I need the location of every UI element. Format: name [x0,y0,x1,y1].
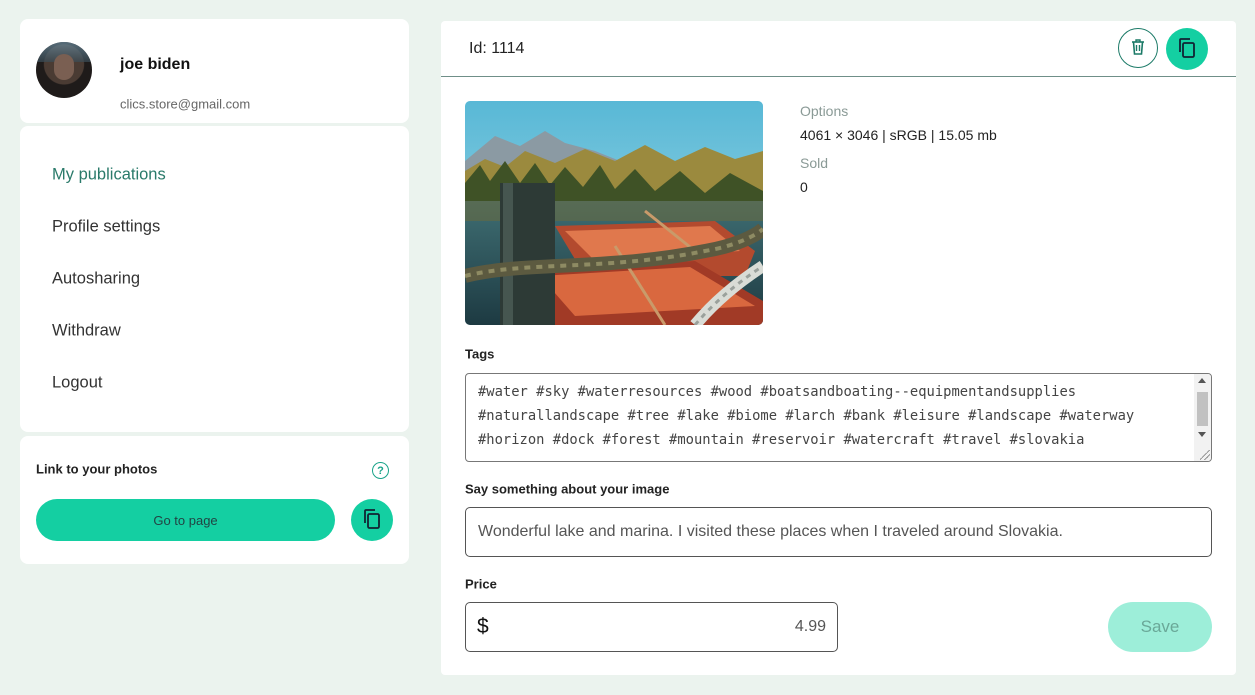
options-value: 4061 × 3046 | sRGB | 15.05 mb [800,127,997,143]
avatar[interactable] [36,42,92,98]
trash-icon [1130,38,1146,59]
user-email: clics.store@gmail.com [120,96,251,112]
copy-link-button[interactable] [351,499,393,541]
nav-item-withdraw[interactable]: Withdraw [52,322,121,341]
scroll-thumb[interactable] [1197,392,1208,426]
description-label: Say something about your image [465,481,670,497]
publication-card: Id: 1114 Options 4061 × 3046 | sRGB | 15… [441,21,1236,675]
save-button[interactable]: Save [1108,602,1212,652]
options-label: Options [800,103,849,119]
tags-line: #water #sky #waterresources #wood #boats… [478,384,1077,400]
tags-textarea[interactable]: #water #sky #waterresources #wood #boats… [465,373,1212,462]
nav-item-my-publications[interactable]: My publications [52,166,166,185]
description-input[interactable]: Wonderful lake and marina. I visited the… [465,507,1212,557]
resize-grip-icon[interactable] [1200,450,1210,460]
price-value: 4.99 [794,618,826,635]
link-card-title: Link to your photos [36,461,158,477]
nav-item-logout[interactable]: Logout [52,374,102,393]
tags-scrollbar[interactable] [1194,374,1211,461]
profile-card: joe biden clics.store@gmail.com [20,19,409,123]
price-input[interactable]: $ 4.99 [465,602,838,652]
delete-button[interactable] [1118,28,1158,68]
link-card: Link to your photos ? Go to page [20,436,409,564]
nav-item-profile-settings[interactable]: Profile settings [52,218,160,237]
tags-text: #water #sky #waterresources #wood #boats… [478,380,1188,452]
go-to-page-button[interactable]: Go to page [36,499,335,541]
price-label: Price [465,576,497,592]
scroll-up-icon[interactable] [1198,378,1206,383]
copy-icon [362,508,382,533]
nav-item-autosharing[interactable]: Autosharing [52,270,140,289]
scroll-down-icon[interactable] [1198,432,1206,437]
sidebar-nav: My publications Profile settings Autosha… [20,126,409,432]
sold-label: Sold [800,155,829,171]
help-icon[interactable]: ? [372,462,389,479]
publication-id: Id: 1114 [469,40,525,57]
tags-line: #naturallandscape #tree #lake #biome #la… [478,408,1135,424]
description-value: Wonderful lake and marina. I visited the… [478,523,1063,540]
header-divider [441,76,1236,77]
tags-line: #horizon #dock #forest #mountain #reserv… [478,432,1085,448]
currency-symbol: $ [477,615,489,638]
tags-label: Tags [465,346,495,362]
copy-icon [1177,37,1197,62]
duplicate-button[interactable] [1166,28,1208,70]
user-name: joe biden [120,56,191,73]
publication-photo [465,101,763,325]
sold-value: 0 [800,179,808,195]
